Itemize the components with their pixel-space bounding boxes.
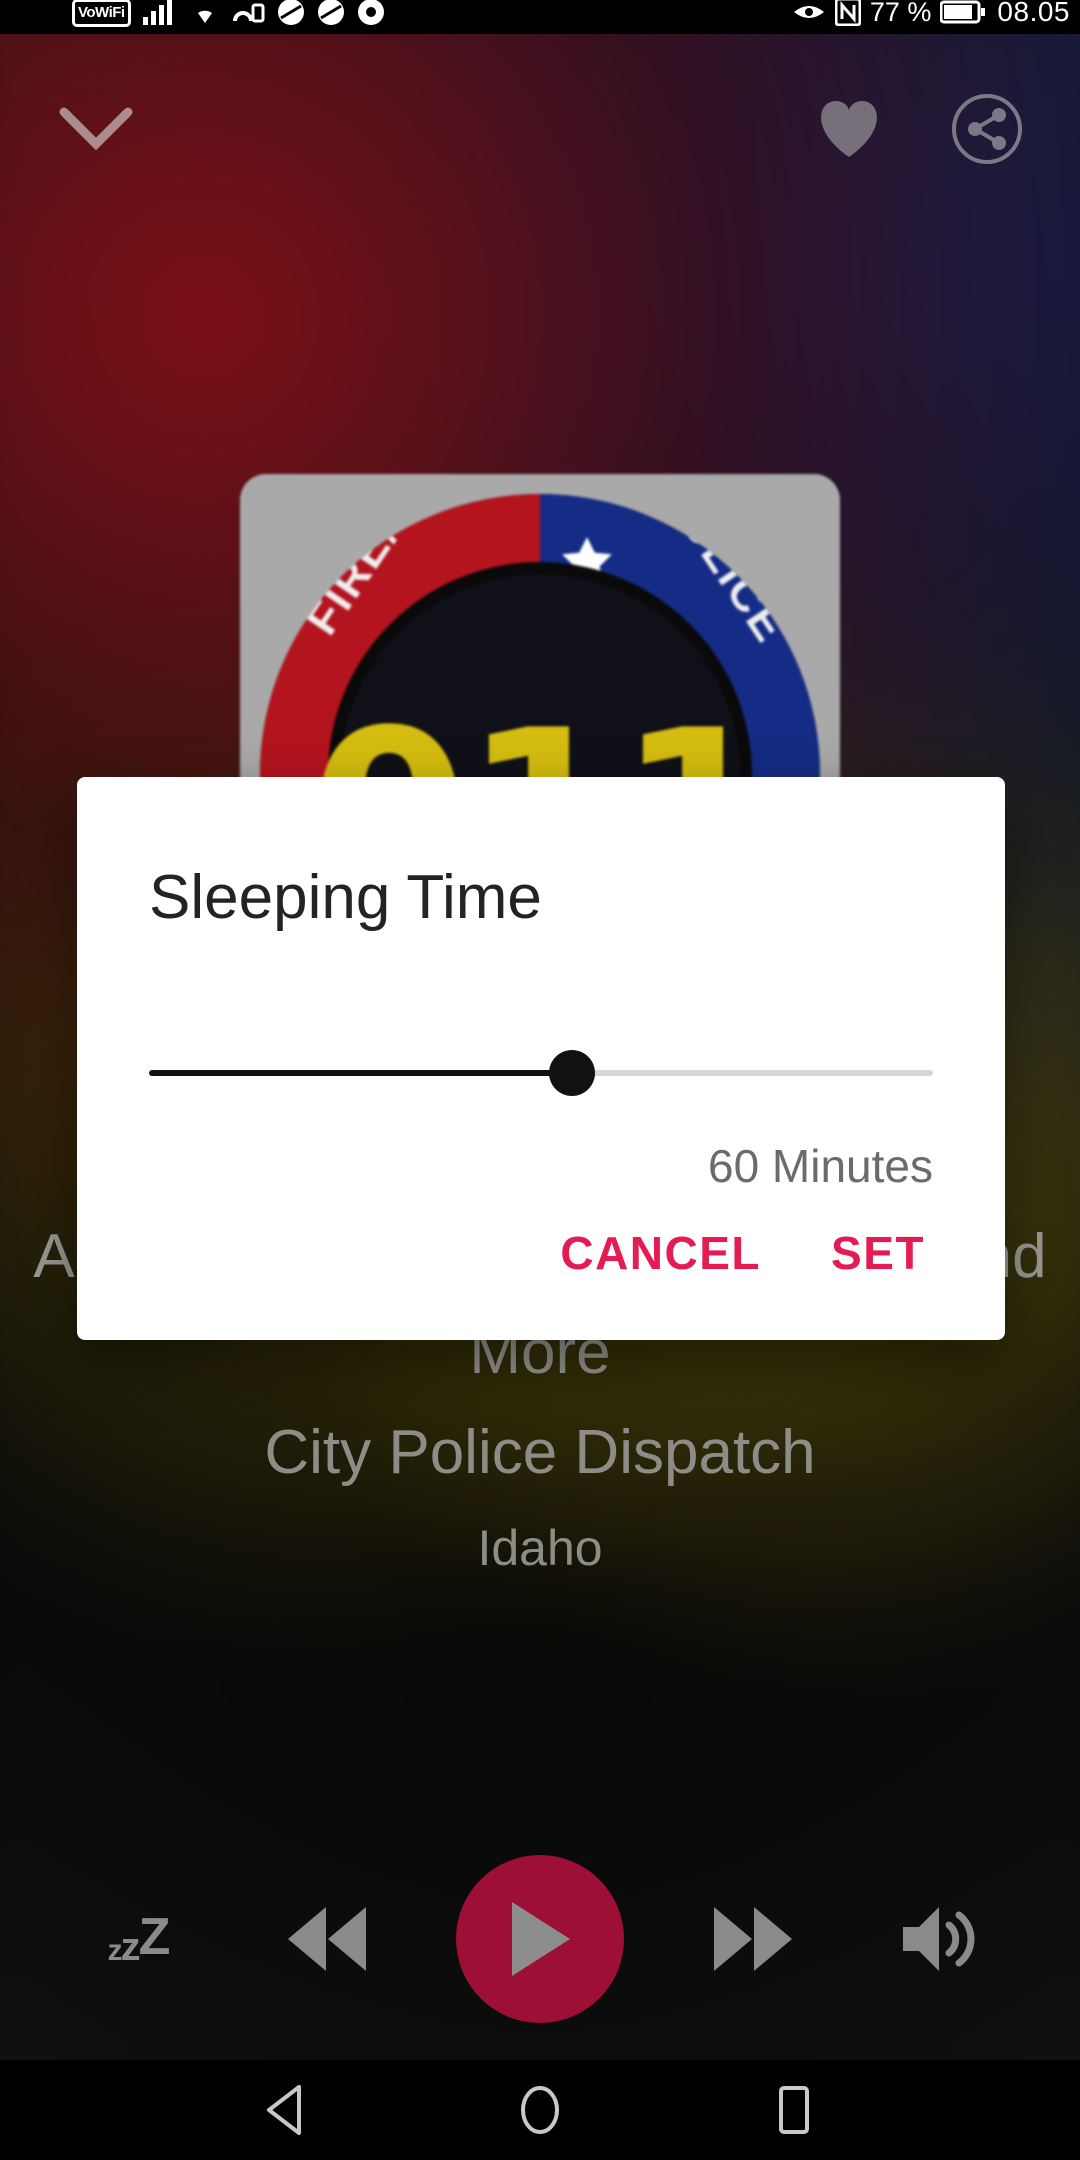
volume-icon[interactable] — [882, 1879, 1002, 1999]
sleep-timer-label: zzZ — [107, 1907, 171, 1969]
app-icon-1 — [277, 0, 304, 25]
player-controls: zzZ — [0, 1824, 1080, 2054]
set-button[interactable]: SET — [829, 1220, 927, 1286]
status-bar-clock: 08.05 — [997, 0, 1070, 27]
vowifi-icon: VoWiFi — [72, 0, 131, 27]
cancel-button[interactable]: CANCEL — [558, 1220, 763, 1286]
chevron-down-icon[interactable] — [48, 81, 144, 177]
dialog-title: Sleeping Time — [149, 863, 542, 932]
home-circle-icon[interactable] — [513, 2083, 567, 2137]
track-title: City Police Dispatch — [264, 1418, 816, 1487]
share-icon[interactable] — [942, 84, 1032, 174]
eye-icon — [793, 6, 824, 18]
status-bar-left-icons: VoWiFi — [72, 0, 385, 31]
android-navigation-bar — [0, 2060, 1080, 2160]
slider-thumb[interactable] — [549, 1050, 596, 1096]
recents-square-icon[interactable] — [767, 2083, 821, 2137]
dialog-actions: CANCEL SET — [77, 1220, 1005, 1340]
play-button[interactable] — [456, 1855, 624, 2023]
slider-track-fill — [149, 1070, 573, 1076]
app-icon-2 — [317, 0, 344, 25]
chrome-icon — [357, 0, 384, 25]
signal-bars-icon — [142, 0, 172, 25]
nfc-icon — [834, 0, 861, 26]
heart-icon[interactable] — [804, 84, 894, 174]
track-subtitle: Idaho — [477, 1520, 603, 1576]
battery-percent-label: 77 % — [869, 0, 932, 27]
slider-value-label: 60 Minutes — [707, 1140, 933, 1192]
sleep-timer-icon[interactable]: zzZ — [78, 1879, 198, 1999]
status-bar-right-icons: 77 % 08.05 — [792, 0, 1070, 31]
rewind-icon[interactable] — [262, 1874, 392, 2004]
back-triangle-icon[interactable] — [259, 2083, 313, 2137]
cast-icon — [232, 3, 265, 23]
player-top-bar — [0, 34, 1080, 224]
wifi-icon — [197, 10, 212, 23]
fast-forward-icon[interactable] — [688, 1874, 818, 2004]
sleeping-time-dialog: Sleeping Time 60 Minutes CANCEL SET — [77, 777, 1005, 1340]
sleep-duration-slider[interactable] — [149, 1045, 933, 1101]
status-bar: VoWiFi 77 % 08.05 — [0, 0, 1080, 34]
player-top-actions — [804, 84, 1032, 174]
battery-icon — [940, 0, 986, 24]
